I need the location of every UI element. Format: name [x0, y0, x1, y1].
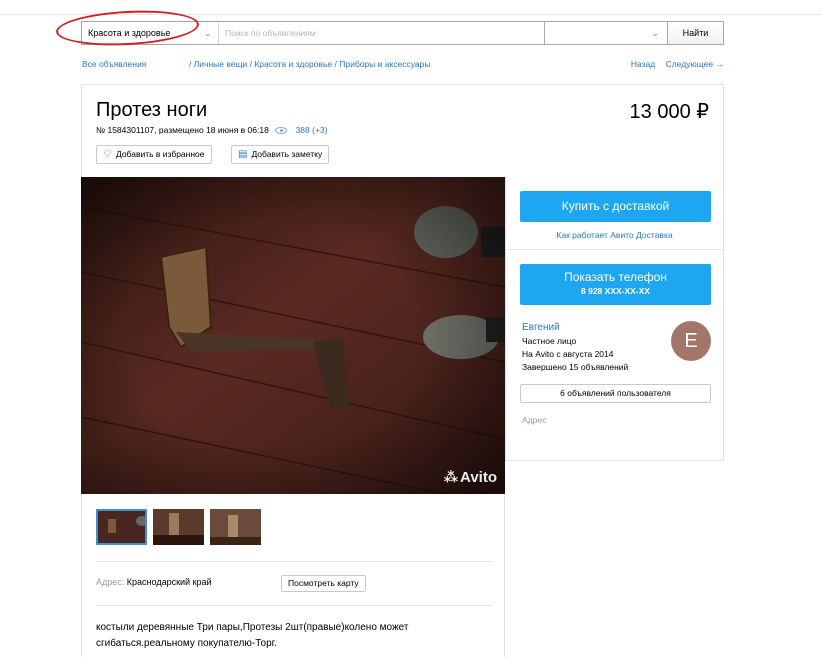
back-link[interactable]: Назад: [631, 59, 655, 69]
find-button[interactable]: Найти: [667, 22, 723, 44]
thumbnail-image: [210, 509, 261, 545]
seller-completed: Завершено 15 объявлений: [522, 362, 629, 372]
avito-logo-icon: ⁂: [443, 469, 459, 485]
price: 13 000 ₽: [629, 101, 709, 123]
listing-header: Протез ноги 13 000 ₽ № 1584301107, разме…: [81, 84, 724, 177]
user-ads-button[interactable]: 6 объявлений пользователя: [520, 384, 711, 403]
divider: [506, 249, 723, 250]
address: Адрес: Краснодарский край: [96, 577, 212, 587]
note-icon: ▤: [238, 149, 248, 160]
view-map-button[interactable]: Посмотреть карту: [281, 575, 366, 592]
buy-with-delivery-button[interactable]: Купить с доставкой: [520, 191, 711, 222]
add-to-favorites-label: Добавить в избранное: [115, 149, 205, 159]
address-value: Краснодарский край: [126, 577, 212, 587]
breadcrumb-path-link[interactable]: / Личные вещи / Красота и здоровье / При…: [189, 59, 430, 69]
listing-meta: № 1584301107, размещено 18 июня в 06:18 …: [96, 125, 327, 135]
divider: [96, 605, 492, 606]
avito-watermark: ⁂ Avito: [444, 469, 497, 486]
divider: [96, 561, 492, 562]
next-link[interactable]: Следующее →: [666, 59, 724, 69]
breadcrumb-all-link[interactable]: Все объявления: [82, 59, 146, 69]
page-title: Протез ноги: [96, 99, 208, 121]
address-label: Адрес:: [96, 577, 125, 587]
view-count[interactable]: 388 (+3): [296, 125, 328, 135]
chevron-down-icon: ⌄: [651, 28, 659, 38]
listing-nav: Назад Следующее →: [623, 59, 724, 69]
add-to-favorites-button[interactable]: ♡ Добавить в избранное: [96, 145, 212, 164]
thumbnail-2[interactable]: [153, 509, 204, 545]
phone-number: 8 928 XXX-XX-XX: [581, 286, 650, 296]
breadcrumb[interactable]: / Личные вещи / Красота и здоровье / При…: [189, 59, 430, 69]
thumbnail-1[interactable]: [96, 509, 147, 545]
photo-image: [81, 177, 505, 494]
delivery-info-link[interactable]: Как работает Авито Доставка: [506, 230, 723, 240]
show-phone-button[interactable]: Показать телефон 8 928 XXX-XX-XX: [520, 264, 711, 305]
eye-icon: [275, 127, 288, 134]
seller-type: Частное лицо: [522, 336, 577, 346]
add-note-label: Добавить заметку: [251, 149, 323, 159]
heart-icon: ♡: [103, 149, 112, 160]
thumbnail-image: [98, 511, 145, 543]
avatar[interactable]: Е: [671, 321, 711, 361]
chevron-down-icon[interactable]: ⌄: [204, 22, 212, 44]
description: костыли деревянные Три пары,Протезы 2шт(…: [96, 622, 409, 649]
avito-watermark-text: Avito: [460, 469, 497, 486]
side-address-label: Адрес: [522, 415, 547, 425]
seller-since: На Avito с августа 2014: [522, 349, 614, 359]
thumbnail-image: [153, 509, 204, 545]
main-photo[interactable]: ⁂ Avito: [81, 177, 505, 494]
seller-name[interactable]: Евгений: [522, 322, 560, 333]
search-input[interactable]: Поиск по объявлениям: [218, 22, 544, 44]
seller-panel: Купить с доставкой Как работает Авито До…: [505, 177, 724, 461]
listing-details: Адрес: Краснодарский край Посмотреть кар…: [81, 494, 505, 657]
breadcrumb-all-ads[interactable]: Все объявления: [82, 59, 146, 69]
thumbnail-3[interactable]: [210, 509, 261, 545]
region-select[interactable]: ⌄: [544, 22, 665, 44]
listing-id-date: № 1584301107, размещено 18 июня в 06:18: [96, 125, 269, 135]
add-note-button[interactable]: ▤ Добавить заметку: [231, 145, 330, 164]
show-phone-label: Показать телефон: [564, 270, 667, 284]
